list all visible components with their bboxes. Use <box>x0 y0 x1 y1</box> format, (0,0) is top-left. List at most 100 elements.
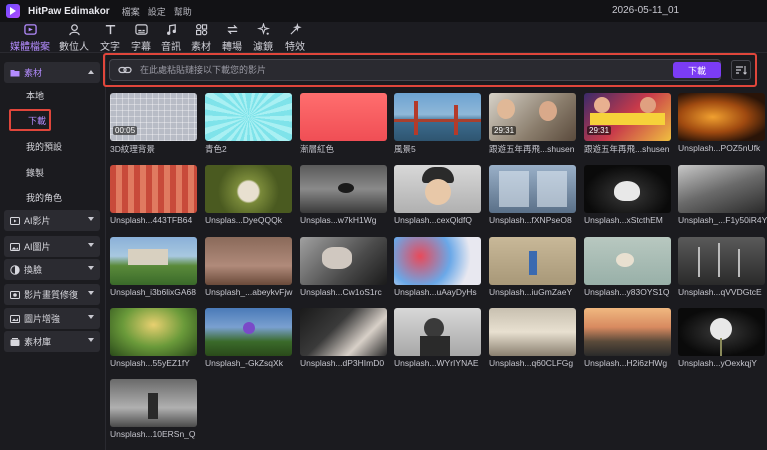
media-thumbnail <box>110 379 197 427</box>
tab-subtitle[interactable]: 字幕 <box>129 22 153 53</box>
media-item[interactable]: Unsplash...POZ5nUfk <box>678 93 765 153</box>
media-thumbnail <box>394 93 481 141</box>
sidebar-category-materials[interactable]: 素材 <box>4 62 100 83</box>
media-icon <box>23 23 37 37</box>
media-item[interactable]: 00:05 3D紋理背景 <box>110 93 197 154</box>
media-item[interactable]: Unsplas...DyeQQQk <box>205 165 292 225</box>
media-caption: Unsplash...443TFB64 <box>110 215 193 225</box>
media-item[interactable]: Unsplash...WYrIYNAE <box>394 308 481 368</box>
media-caption: 青色2 <box>205 144 227 154</box>
menu-file[interactable]: 檔案 <box>122 5 140 18</box>
tab-digital-human[interactable]: 數位人 <box>59 22 89 53</box>
media-item[interactable]: Unsplash...q60CLFGg <box>489 308 576 368</box>
media-item[interactable]: Unsplash...Cw1oS1rc <box>300 237 387 297</box>
ai-image-icon <box>10 242 20 252</box>
tab-audio[interactable]: 音訊 <box>159 22 183 53</box>
media-thumbnail <box>300 93 387 141</box>
sort-icon <box>736 66 747 75</box>
sidebar-category-library[interactable]: 素材庫 <box>4 331 100 352</box>
media-thumbnail <box>489 165 576 213</box>
media-item[interactable]: Unsplash...dP3HImD0 <box>300 308 387 368</box>
chevron-down-icon <box>88 217 94 221</box>
media-caption: 3D紋理背景 <box>110 144 155 154</box>
tab-filter[interactable]: 濾鏡 <box>250 22 276 53</box>
media-thumbnail <box>489 308 576 356</box>
media-item[interactable]: Unsplas...w7kH1Wg <box>300 165 387 225</box>
media-item[interactable]: Unsplash...443TFB64 <box>110 165 197 225</box>
elements-icon <box>195 23 208 37</box>
sidebar-item-recording[interactable]: 錄製 <box>4 162 100 183</box>
media-item[interactable]: Unsplash_-GkZsqXk <box>205 308 292 368</box>
media-item[interactable]: Unsplash...y83OYS1Q <box>584 237 671 297</box>
media-caption: Unsplash...10ERSn_Q <box>110 429 196 439</box>
sidebar-category-ai-image[interactable]: AI圖片 <box>4 236 100 257</box>
media-item[interactable]: 青色2 <box>205 93 292 154</box>
sidebar-category-image-enhance[interactable]: 圖片增強 <box>4 308 100 329</box>
media-caption: Unsplash...Cw1oS1rc <box>300 287 382 297</box>
sidebar-category-ai-video[interactable]: AI影片 <box>4 210 100 231</box>
media-item[interactable]: Unsplash_i3b6lixGA68 <box>110 237 197 297</box>
menu-settings[interactable]: 設定 <box>148 5 166 18</box>
tab-effects[interactable]: 特效 <box>282 22 308 53</box>
media-item[interactable]: Unsplash...H2i6zHWg <box>584 308 671 368</box>
tab-transition[interactable]: 轉場 <box>219 22 245 53</box>
media-caption: Unsplash...POZ5nUfk <box>678 143 761 153</box>
sort-button[interactable] <box>731 60 751 80</box>
sidebar-category-face-swap[interactable]: 換臉 <box>4 259 100 280</box>
chevron-down-icon <box>88 338 94 342</box>
media-item[interactable]: Unsplash...qVVDGtcE <box>678 237 765 297</box>
media-caption: Unsplash_i3b6lixGA68 <box>110 287 196 297</box>
effects-icon <box>289 23 302 37</box>
sidebar-category-video-enhance[interactable]: 影片畫質修復 <box>4 284 100 305</box>
tab-elements[interactable]: 素材 <box>189 22 213 53</box>
sidebar-item-local[interactable]: 本地 <box>4 85 100 106</box>
media-item[interactable]: Unsplash...iuGmZaeY <box>489 237 576 297</box>
sidebar: 素材 本地 下載 我的預設 錄製 我的角色 AI影片 AI圖片 換臉 影片畫質修… <box>0 54 106 450</box>
tab-text[interactable]: 文字 <box>98 22 122 53</box>
media-item[interactable]: Unsplash...xStcthEM <box>584 165 671 225</box>
project-title: 2026-05-11_01 <box>612 5 680 16</box>
media-item[interactable]: Unsplash...10ERSn_Q <box>110 379 197 439</box>
media-item[interactable]: 漸層紅色 <box>300 93 387 154</box>
sidebar-item-my-characters[interactable]: 我的角色 <box>4 187 100 208</box>
media-caption: Unsplas...w7kH1Wg <box>300 215 377 225</box>
media-caption: Unsplash...uAayDyHs <box>394 287 477 297</box>
media-thumbnail <box>300 308 387 356</box>
media-caption: Unsplash_...abeykvFjw <box>205 287 293 297</box>
media-item[interactable]: 29:31 跟遊五年再飛...shusen <box>489 93 576 154</box>
url-input[interactable] <box>140 65 660 75</box>
menu-help[interactable]: 幫助 <box>174 5 192 18</box>
media-thumbnail <box>678 308 765 356</box>
media-item[interactable]: 29:31 跟遊五年再飛...shusen <box>584 93 671 154</box>
media-thumbnail <box>394 165 481 213</box>
tab-media[interactable]: 媒體檔案 <box>10 22 50 53</box>
media-caption: Unsplash...WYrIYNAE <box>394 358 479 368</box>
media-caption: Unsplash...xStcthEM <box>584 215 663 225</box>
media-caption: Unsplas...DyeQQQk <box>205 215 282 225</box>
text-icon <box>104 23 117 37</box>
media-item[interactable]: Unsplash...55yEZ1fY <box>110 308 197 368</box>
media-item[interactable]: Unsplash...yOexkqjY <box>678 308 765 368</box>
enhance-icon <box>10 290 20 300</box>
download-button[interactable]: 下載 <box>673 62 721 78</box>
media-thumbnail <box>110 308 197 356</box>
media-caption: Unsplash_-GkZsqXk <box>205 358 283 368</box>
media-item[interactable]: Unsplash_...abeykvFjw <box>205 237 292 297</box>
media-item[interactable]: 風景5 <box>394 93 481 154</box>
media-thumbnail <box>205 165 292 213</box>
media-caption: 跟遊五年再飛...shusen <box>489 144 575 154</box>
media-item[interactable]: Unsplash...uAayDyHs <box>394 237 481 297</box>
media-item[interactable]: Unsplash...cexQldfQ <box>394 165 481 225</box>
sidebar-item-download[interactable]: 下載 <box>9 109 51 131</box>
transition-icon <box>226 23 239 37</box>
media-thumbnail <box>205 93 292 141</box>
media-thumbnail <box>300 237 387 285</box>
media-thumbnail <box>110 165 197 213</box>
sidebar-item-my-presets[interactable]: 我的預設 <box>4 136 100 157</box>
media-caption: Unsplash_...F1y50iR4Y <box>678 215 767 225</box>
filter-icon <box>256 23 270 37</box>
url-bar <box>109 59 721 81</box>
media-item[interactable]: Unsplash...fXNPseO8 <box>489 165 576 225</box>
media-item[interactable]: Unsplash_...F1y50iR4Y <box>678 165 767 225</box>
media-thumbnail <box>394 237 481 285</box>
